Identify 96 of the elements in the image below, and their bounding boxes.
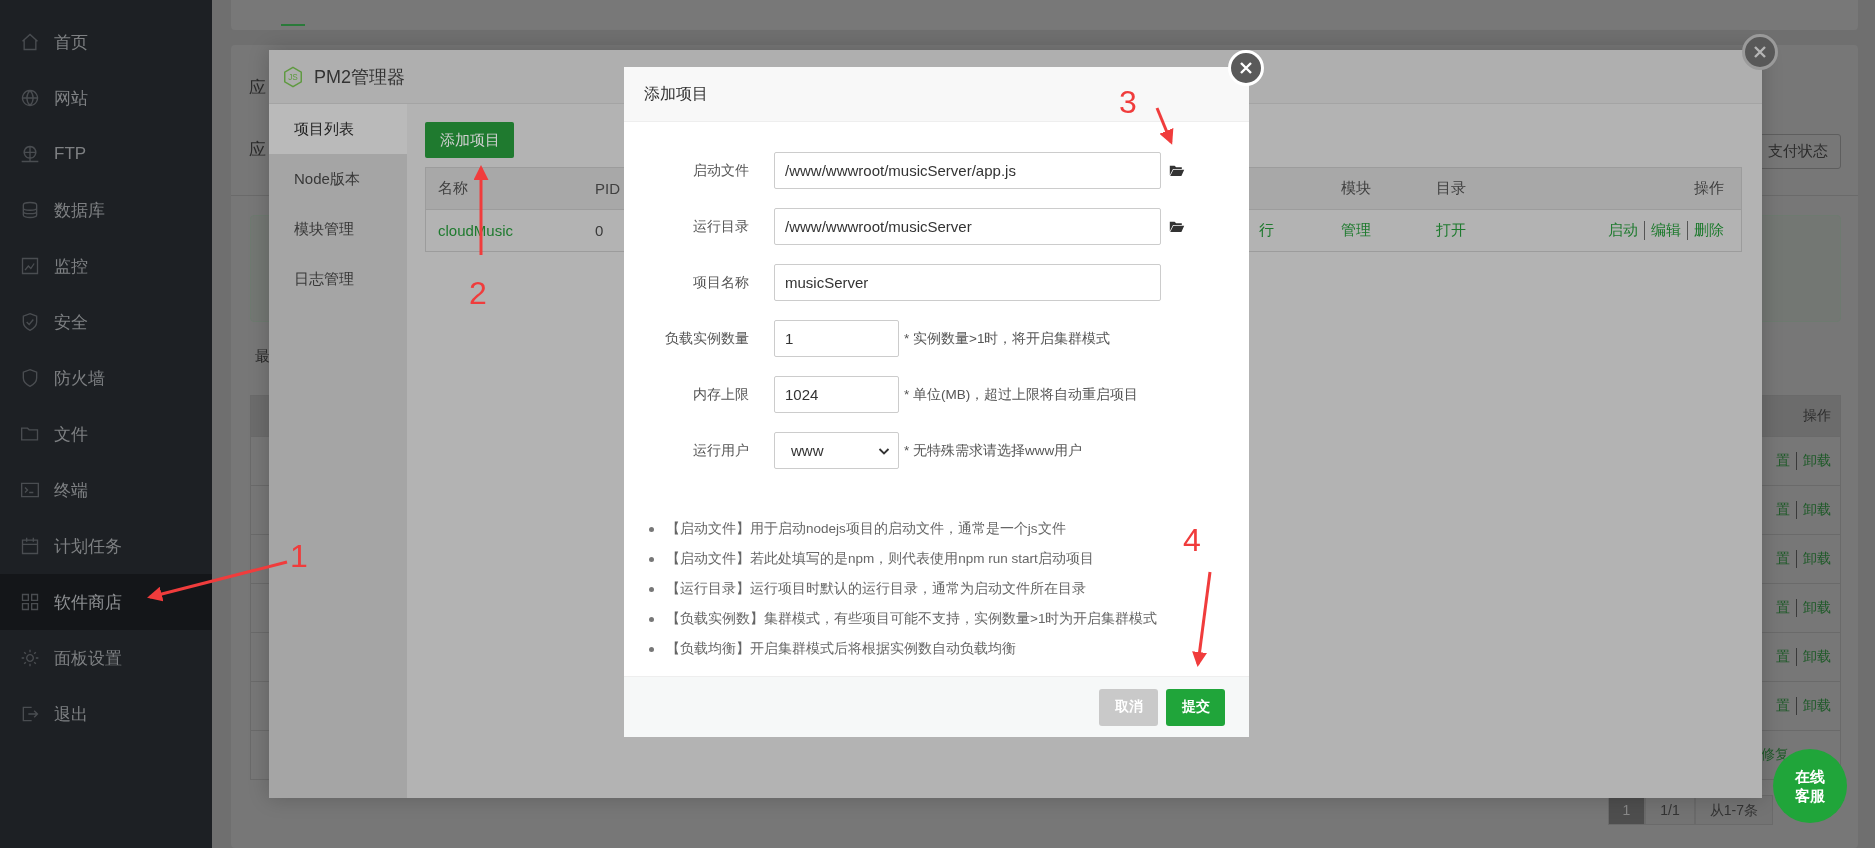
add-project-button[interactable]: 添加项目 [425, 122, 514, 158]
action-link[interactable]: 卸载 [1796, 452, 1831, 470]
js-logo: JS [282, 65, 304, 88]
note-text: 【负载均衡】开启集群模式后将根据实例数自动负载均衡 [666, 640, 1016, 658]
sidebar-item[interactable]: 终端 [0, 462, 212, 518]
submit-button[interactable]: 提交 [1166, 688, 1225, 726]
action-link[interactable]: 置 [1776, 648, 1790, 666]
annotation-number: 2 [469, 277, 487, 309]
note-text: 【运行目录】运行项目时默认的运行目录，通常为启动文件所在目录 [666, 580, 1086, 598]
annotation-number: 4 [1183, 524, 1201, 556]
tab-underline [281, 24, 305, 26]
status-text: 行 [1259, 221, 1274, 240]
sidebar-item[interactable]: 防火墙 [0, 350, 212, 406]
annotation-number: 1 [290, 540, 308, 572]
annotation-arrow [1155, 107, 1174, 145]
action-link[interactable]: 置 [1776, 501, 1790, 519]
field-label: 项目名称 [692, 273, 749, 292]
sidebar-item[interactable]: 计划任务 [0, 518, 212, 574]
action-link[interactable]: 卸载 [1796, 501, 1831, 519]
action-link[interactable]: 卸载 [1796, 648, 1831, 666]
nav-item[interactable]: 项目列表 [269, 104, 407, 154]
column-header: 操作 [1694, 179, 1724, 198]
bullet-icon [649, 526, 654, 532]
action-link[interactable]: 卸载 [1796, 550, 1831, 568]
field-hint: * 实例数量>1时，将开启集群模式 [904, 329, 1111, 348]
input-field[interactable]: 1 [774, 320, 899, 357]
field-label: 运行用户 [692, 441, 749, 460]
action-link[interactable]: 置 [1776, 452, 1790, 470]
manage-link[interactable]: 管理 [1341, 221, 1371, 240]
action-link[interactable]: 卸载 [1796, 599, 1831, 617]
column-header: 操作 [1803, 407, 1831, 425]
database-icon [20, 200, 40, 220]
column-header: PID [595, 180, 620, 197]
home-icon [20, 32, 40, 52]
note-text: 【启动文件】用于启动nodejs项目的启动文件，通常是一个js文件 [666, 520, 1066, 538]
logout-icon [20, 704, 40, 724]
terminal-icon [20, 480, 40, 500]
nav-item[interactable]: Node版本 [269, 154, 407, 204]
sidebar-item[interactable]: 面板设置 [0, 630, 212, 686]
bullet-icon [649, 616, 654, 622]
table-cell: 0 [595, 222, 604, 239]
close-button[interactable] [1742, 34, 1778, 70]
sidebar-item[interactable]: 安全 [0, 294, 212, 350]
field-label: 负载实例数量 [664, 329, 749, 348]
folder-icon[interactable] [1169, 220, 1185, 233]
globe-icon [20, 88, 40, 108]
column-header: 目录 [1436, 179, 1466, 198]
sidebar-item[interactable]: FTP [0, 126, 212, 182]
dialog-title: PM2管理器 [314, 65, 405, 89]
open-link[interactable]: 打开 [1436, 221, 1466, 240]
action-link[interactable]: 置 [1776, 599, 1790, 617]
section-label: 最 [255, 347, 270, 366]
input-field[interactable]: /www/wwwroot/musicServer [774, 208, 1161, 245]
nav-item[interactable]: 模块管理 [269, 204, 407, 254]
action-link[interactable]: 卸载 [1796, 697, 1831, 715]
input-field[interactable]: 1024 [774, 376, 899, 413]
input-field[interactable]: /www/wwwroot/musicServer/app.js [774, 152, 1161, 189]
column-header: 模块 [1341, 179, 1371, 198]
sidebar-item[interactable]: 数据库 [0, 182, 212, 238]
action-link[interactable]: 删除 [1687, 221, 1724, 240]
shield-check-icon [20, 312, 40, 332]
section-heading: 应 [249, 77, 266, 99]
chart-icon [20, 256, 40, 276]
field-label: 启动文件 [692, 161, 749, 180]
sidebar-item[interactable]: 退出 [0, 686, 212, 742]
section-heading: 应 [249, 139, 266, 161]
sidebar-item[interactable]: 软件商店 [0, 574, 212, 630]
nav-item[interactable]: 日志管理 [269, 254, 407, 304]
calendar-icon [20, 536, 40, 556]
action-link[interactable]: 编辑 [1644, 221, 1681, 240]
action-link[interactable]: 启动 [1608, 221, 1638, 240]
field-label: 内存上限 [692, 385, 749, 404]
dialog-title: 添加项目 [644, 83, 708, 104]
field-label: 运行目录 [692, 217, 749, 236]
field-hint: * 单位(MB)，超过上限将自动重启项目 [904, 385, 1139, 404]
bullet-icon [649, 556, 654, 562]
bullet-icon [649, 586, 654, 592]
user-select[interactable]: www [774, 432, 899, 469]
input-field[interactable]: musicServer [774, 264, 1161, 301]
note-text: 【启动文件】若此处填写的是npm，则代表使用npm run start启动项目 [666, 550, 1094, 568]
bullet-icon [649, 646, 654, 652]
action-link[interactable]: 置 [1776, 697, 1790, 715]
shield-icon [20, 368, 40, 388]
network-icon [20, 144, 40, 164]
settings-icon [20, 648, 40, 668]
sidebar-item[interactable]: 监控 [0, 238, 212, 294]
action-link[interactable]: 置 [1776, 550, 1790, 568]
sidebar-item[interactable]: 首页 [0, 14, 212, 70]
folder-icon[interactable] [1169, 164, 1185, 177]
field-hint: * 无特殊需求请选择www用户 [904, 441, 1083, 460]
sidebar-item[interactable]: 网站 [0, 70, 212, 126]
annotation-number: 3 [1119, 86, 1137, 118]
column-header: 名称 [438, 179, 468, 198]
sidebar-item[interactable]: 文件 [0, 406, 212, 462]
grid-icon [20, 592, 40, 612]
note-text: 【负载实例数】集群模式，有些项目可能不支持，实例数量>1时为开启集群模式 [666, 610, 1158, 628]
